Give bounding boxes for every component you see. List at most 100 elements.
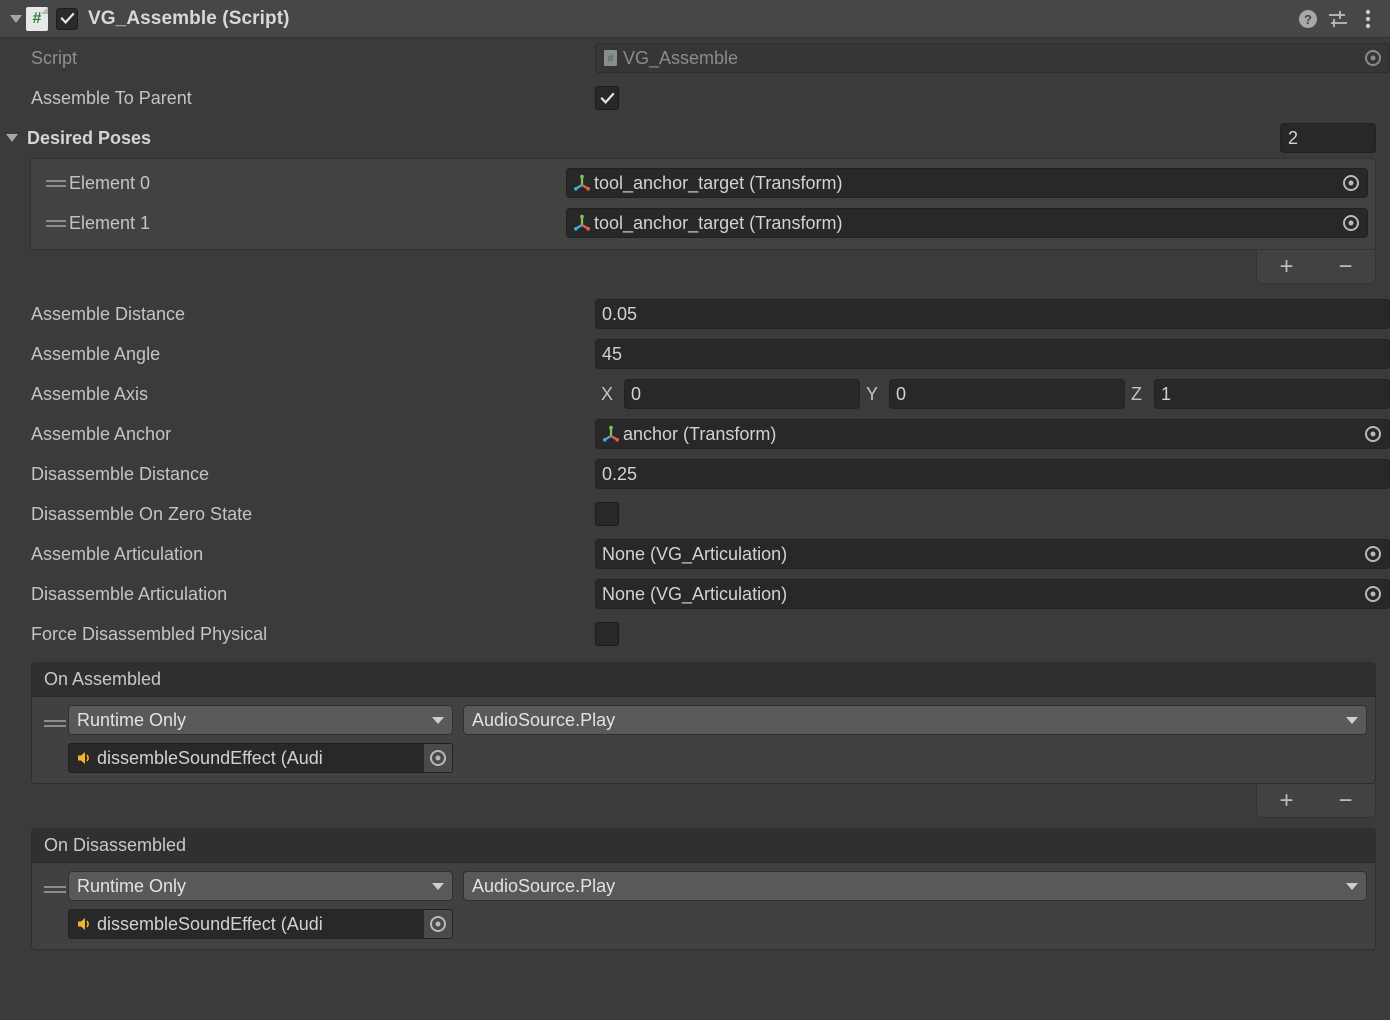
component-header[interactable]: # VG_Assemble (Script) ? (0, 0, 1390, 38)
audio-source-icon (75, 915, 93, 933)
function-dropdown[interactable]: AudioSource.Play (463, 705, 1367, 735)
disassemble-on-zero-state-label: Disassemble On Zero State (31, 503, 253, 524)
assemble-articulation-field[interactable]: None (VG_Articulation) (595, 539, 1390, 569)
assemble-distance-value: 0.05 (602, 303, 638, 324)
drag-handle-icon[interactable] (42, 705, 68, 730)
disassemble-distance-row: Disassemble Distance 0.25 (0, 454, 1390, 494)
function-value: AudioSource.Play (472, 709, 616, 730)
assemble-angle-row: Assemble Angle 45 (0, 334, 1390, 374)
chevron-down-icon (432, 716, 444, 724)
disassemble-on-zero-state-checkbox[interactable] (595, 502, 619, 526)
drag-handle-icon[interactable] (43, 177, 69, 190)
assemble-axis-row: Assemble Axis X 0 Y 0 Z 1 (0, 374, 1390, 414)
script-field[interactable]: # VG_Assemble (595, 43, 1390, 73)
chevron-down-icon (1346, 716, 1358, 724)
svg-text:#: # (607, 53, 613, 65)
script-label: Script (31, 47, 78, 68)
assemble-to-parent-row: Assemble To Parent (0, 78, 1390, 118)
axis-z-label: Z (1131, 383, 1142, 404)
drag-handle-icon[interactable] (43, 217, 69, 230)
desired-poses-label: Desired Poses (27, 127, 152, 148)
axis-y-input[interactable]: 0 (889, 379, 1125, 409)
object-picker-icon[interactable] (1363, 544, 1383, 564)
desired-poses-count-field[interactable]: 2 (1280, 123, 1376, 153)
event-target-value: dissembleSoundEffect (Audi (97, 913, 323, 934)
call-state-dropdown[interactable]: Runtime Only (68, 871, 453, 901)
disassemble-articulation-field[interactable]: None (VG_Articulation) (595, 579, 1390, 609)
call-state-value: Runtime Only (77, 875, 187, 896)
event-target-value: dissembleSoundEffect (Audi (97, 747, 323, 768)
object-picker-icon[interactable] (424, 744, 452, 772)
script-value: VG_Assemble (623, 47, 739, 68)
component-foldout-toggle[interactable] (6, 9, 26, 29)
assemble-axis-label: Assemble Axis (31, 383, 149, 404)
object-picker-icon[interactable] (424, 910, 452, 938)
disassemble-articulation-value: None (VG_Articulation) (602, 583, 788, 604)
drag-handle-icon[interactable] (42, 871, 68, 896)
desired-poses-list: Element 0 tool_anchor_target (Transform) (30, 158, 1376, 250)
csharp-script-icon: # (26, 6, 48, 31)
axis-y-label: Y (866, 383, 879, 404)
list-item[interactable]: Element 0 tool_anchor_target (Transform) (31, 163, 1375, 203)
remove-element-button[interactable]: − (1338, 254, 1352, 279)
transform-gizmo-icon (602, 425, 620, 443)
object-picker-icon[interactable] (1363, 584, 1383, 604)
checkmark-icon (599, 92, 615, 104)
object-picker-icon[interactable] (1341, 213, 1361, 233)
assemble-anchor-row: Assemble Anchor anchor (Transform) (0, 414, 1390, 454)
assemble-articulation-label: Assemble Articulation (31, 543, 204, 564)
element-label: Element 0 (69, 172, 151, 193)
svg-text:?: ? (1304, 12, 1312, 27)
three-dot-menu-icon[interactable] (1354, 5, 1382, 33)
event-target-field[interactable]: dissembleSoundEffect (Audi (68, 743, 453, 773)
on-assembled-body: Runtime Only AudioSource.Play dissembleS… (32, 697, 1375, 783)
on-assembled-title: On Assembled (32, 663, 1375, 697)
add-element-button[interactable]: + (1279, 254, 1293, 279)
object-picker-icon[interactable] (1363, 48, 1383, 68)
axis-y-value: 0 (896, 383, 907, 404)
on-assembled-event: On Assembled Runtime Only AudioSource.Pl… (31, 662, 1376, 784)
axis-x-input[interactable]: 0 (624, 379, 860, 409)
assemble-to-parent-checkbox[interactable] (595, 86, 619, 110)
assemble-angle-input[interactable]: 45 (595, 339, 1390, 369)
force-disassembled-physical-checkbox[interactable] (595, 622, 619, 646)
assemble-distance-input[interactable]: 0.05 (595, 299, 1390, 329)
add-listener-button[interactable]: + (1279, 788, 1293, 813)
force-disassembled-physical-label: Force Disassembled Physical (31, 623, 268, 644)
inspector-panel: # VG_Assemble (Script) ? Script # VG_Ass… (0, 0, 1390, 1020)
event-target-field[interactable]: dissembleSoundEffect (Audi (68, 909, 453, 939)
element-object-field[interactable]: tool_anchor_target (Transform) (566, 208, 1368, 238)
force-disassembled-physical-row: Force Disassembled Physical (0, 614, 1390, 654)
preset-sliders-icon[interactable] (1324, 5, 1352, 33)
element-label: Element 1 (69, 212, 151, 233)
desired-poses-header[interactable]: Desired Poses 2 (0, 118, 1390, 158)
remove-listener-button[interactable]: − (1338, 788, 1352, 813)
axis-z-value: 1 (1161, 383, 1172, 404)
call-state-dropdown[interactable]: Runtime Only (68, 705, 453, 735)
disassemble-distance-input[interactable]: 0.25 (595, 459, 1390, 489)
axis-z-input[interactable]: 1 (1154, 379, 1390, 409)
axis-x-value: 0 (631, 383, 642, 404)
assemble-angle-value: 45 (602, 343, 623, 364)
help-icon[interactable]: ? (1294, 5, 1322, 33)
disassemble-distance-value: 0.25 (602, 463, 638, 484)
disassemble-articulation-row: Disassemble Articulation None (VG_Articu… (0, 574, 1390, 614)
component-enabled-checkbox[interactable] (56, 7, 78, 30)
element-object-field[interactable]: tool_anchor_target (Transform) (566, 168, 1368, 198)
element-value: tool_anchor_target (Transform) (594, 172, 843, 193)
disassemble-on-zero-state-row: Disassemble On Zero State (0, 494, 1390, 534)
assemble-angle-label: Assemble Angle (31, 343, 161, 364)
assemble-anchor-field[interactable]: anchor (Transform) (595, 419, 1390, 449)
event-entry: Runtime Only AudioSource.Play dissembleS… (32, 705, 1375, 773)
function-dropdown[interactable]: AudioSource.Play (463, 871, 1367, 901)
disassemble-articulation-label: Disassemble Articulation (31, 583, 228, 604)
list-item[interactable]: Element 1 tool_anchor_target (Transform) (31, 203, 1375, 243)
object-picker-icon[interactable] (1341, 173, 1361, 193)
script-row: Script # VG_Assemble (0, 38, 1390, 78)
assemble-anchor-value: anchor (Transform) (623, 423, 777, 444)
on-disassembled-body: Runtime Only AudioSource.Play dissembleS… (32, 863, 1375, 949)
assemble-axis-vector3: X 0 Y 0 Z 1 (595, 379, 1390, 409)
element-value: tool_anchor_target (Transform) (594, 212, 843, 233)
object-picker-icon[interactable] (1363, 424, 1383, 444)
call-state-value: Runtime Only (77, 709, 187, 730)
